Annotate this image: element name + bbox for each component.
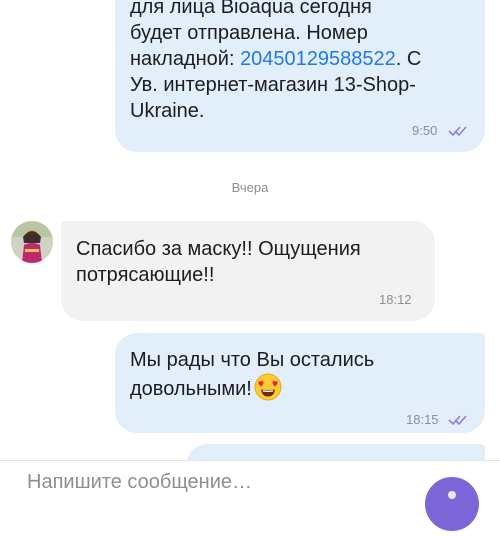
message-line: потрясающие!! xyxy=(76,264,215,286)
waybill-label: накладной: xyxy=(130,48,241,70)
message-time: 18:15 xyxy=(406,412,439,427)
message-text: Мы рады что Вы остались довольными! xyxy=(130,347,480,408)
message-line: Ukraine. xyxy=(130,100,205,122)
send-button[interactable] xyxy=(425,477,479,531)
message-line: будет отправлена. Номер xyxy=(130,22,368,44)
message-line: Мы рады что Вы остались xyxy=(130,349,375,371)
message-line: накладной: 20450129588522. С xyxy=(130,46,480,72)
waybill-suffix: . С xyxy=(395,48,422,70)
read-double-check-icon xyxy=(448,126,467,137)
avatar-photo-icon xyxy=(11,221,53,263)
date-separator: Вчера xyxy=(231,180,269,195)
message-line: Спасибо за маску!! Ощущения xyxy=(76,238,361,260)
outgoing-message[interactable]: Мы рады что Вы остались довольными! 18:1… xyxy=(115,333,485,433)
message-line: довольными! xyxy=(130,373,480,408)
message-text: для лица Bioaqua сегодня будет отправлен… xyxy=(130,0,480,124)
heart-eyes-emoji-icon xyxy=(254,373,282,408)
outgoing-message[interactable]: для лица Bioaqua сегодня будет отправлен… xyxy=(115,0,485,152)
incoming-message[interactable]: Спасибо за маску!! Ощущения потрясающие!… xyxy=(61,221,435,321)
avatar[interactable] xyxy=(11,221,53,263)
send-icon xyxy=(448,491,456,499)
read-double-check-icon xyxy=(448,415,467,426)
message-time: 9:50 xyxy=(412,123,438,138)
message-line-text: довольными! xyxy=(130,378,252,400)
chat-history[interactable]: для лица Bioaqua сегодня будет отправлен… xyxy=(0,0,500,460)
message-time: 18:12 xyxy=(379,292,412,307)
outgoing-message-partial[interactable] xyxy=(186,444,485,460)
message-line: для лица Bioaqua сегодня xyxy=(130,0,372,18)
waybill-number-link[interactable]: 20450129588522 xyxy=(240,48,396,70)
message-line: Ув. интернет-магазин 13-Shop- xyxy=(130,74,416,96)
message-input[interactable] xyxy=(27,469,407,495)
message-text: Спасибо за маску!! Ощущения потрясающие!… xyxy=(76,236,426,288)
